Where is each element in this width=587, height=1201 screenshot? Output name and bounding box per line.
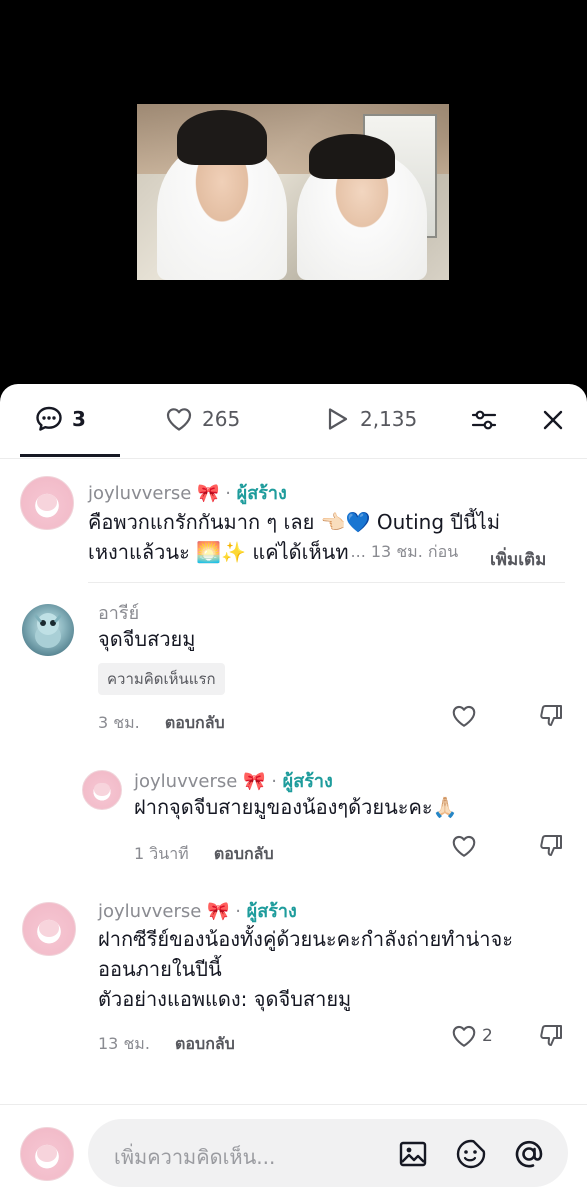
filter-icon[interactable] <box>468 404 500 436</box>
likes-count: 265 <box>202 407 241 431</box>
avatar[interactable] <box>22 902 76 956</box>
tab-comments[interactable]: 3 <box>34 404 86 434</box>
video-hair-right <box>309 134 395 179</box>
avatar[interactable] <box>82 770 122 810</box>
creator-badge: ผู้สร้าง <box>282 771 333 792</box>
tab-plays[interactable]: 2,135 <box>322 404 417 434</box>
heart-icon[interactable] <box>450 702 478 730</box>
video-area[interactable] <box>0 0 587 400</box>
comments-count: 3 <box>72 407 86 431</box>
reply-username-line: joyluvverse 🎀 · ผู้สร้าง <box>134 771 333 792</box>
comment-meta: 3 ชม. ตอบกลับ <box>98 711 225 736</box>
username-emoji: 🎀 <box>197 483 220 504</box>
comment-meta: 13 ชม. ตอบกลับ <box>98 1032 235 1057</box>
thumbs-down-icon[interactable] <box>538 1022 566 1050</box>
comment-text-line: เหงาแล้วนะ 🌅✨ แค่ได้เห็นท <box>88 540 349 564</box>
comment-text: ฝากซีรีย์ของน้องทั้งคู่ด้วยนะคะกำลังถ่าย… <box>98 924 568 1014</box>
plays-count: 2,135 <box>360 407 418 431</box>
comment-text-line: ออนภายในปีนี้ <box>98 957 222 981</box>
comment-time: 13 ชม. <box>98 1034 150 1053</box>
comment-username[interactable]: อารีย์ <box>98 598 139 627</box>
heart-icon[interactable] <box>450 1022 478 1050</box>
username-emoji: 🎀 <box>207 901 230 922</box>
tab-likes[interactable]: 265 <box>164 404 240 434</box>
comment-input-placeholder[interactable]: เพิ่มความคิดเห็น... <box>114 1141 275 1173</box>
reply-button[interactable]: ตอบกลับ <box>214 844 274 863</box>
see-more-link[interactable]: เพิ่มเติม <box>490 546 546 573</box>
first-comment-tag: ความคิดเห็นแรก <box>98 663 225 695</box>
avatar[interactable] <box>20 1127 74 1181</box>
comment-username[interactable]: joyluvverse <box>98 901 201 922</box>
comment-input-bar: เพิ่มความคิดเห็น... <box>0 1104 587 1201</box>
reply-time: 1 วินาที <box>134 844 189 863</box>
comment-username-line: joyluvverse 🎀 · ผู้สร้าง <box>88 483 287 504</box>
video-hair-left <box>177 110 267 165</box>
creator-badge: ผู้สร้าง <box>246 901 297 922</box>
heart-icon <box>164 404 194 434</box>
reply-username[interactable]: joyluvverse <box>134 771 237 792</box>
username-emoji: 🎀 <box>243 771 266 792</box>
comments-tabbar: 3 265 2,135 <box>0 384 587 459</box>
play-icon <box>322 404 352 434</box>
at-icon[interactable] <box>512 1137 546 1171</box>
reply-button[interactable]: ตอบกลับ <box>175 1034 235 1053</box>
reply-text: ฝากจุดจีบสายมูของน้องๆด้วยนะคะ🙏🏻 <box>134 795 458 819</box>
thumbs-down-icon[interactable] <box>538 702 566 730</box>
heart-icon[interactable] <box>450 832 478 860</box>
avatar[interactable] <box>22 604 74 656</box>
comment-text-line: ฝากซีรีย์ของน้องทั้งคู่ด้วยนะคะกำลังถ่าย… <box>98 927 513 951</box>
like-count: 2 <box>482 1026 493 1046</box>
comment-input[interactable]: เพิ่มความคิดเห็น... <box>88 1119 568 1187</box>
divider <box>88 582 565 583</box>
comment-time: 3 ชม. <box>98 713 140 732</box>
reply-button[interactable]: ตอบกลับ <box>165 713 225 732</box>
comment-username-line: joyluvverse 🎀 · ผู้สร้าง <box>98 901 297 922</box>
sticker-icon[interactable] <box>454 1137 488 1171</box>
comment-username[interactable]: joyluvverse <box>88 483 191 504</box>
image-icon[interactable] <box>396 1137 430 1171</box>
comment-icon <box>34 404 64 434</box>
video-thumbnail[interactable] <box>137 104 449 280</box>
comments-sheet: 3 265 2,135 joyluvverse 🎀 · ผู้สร้าง คือ… <box>0 384 587 1201</box>
comment-text: จุดจีบสวยมู <box>98 627 196 651</box>
creator-badge: ผู้สร้าง <box>236 483 287 504</box>
active-tab-indicator <box>20 454 120 457</box>
comment-text-line: คือพวกแกรักกันมาก ๆ เลย 👈🏻💙 Outing ปีนี้… <box>88 510 501 534</box>
thumbs-down-icon[interactable] <box>538 832 566 860</box>
comment-time: ... 13 ชม. ก่อน <box>350 542 459 561</box>
avatar[interactable] <box>20 476 74 530</box>
reply-meta: 1 วินาที ตอบกลับ <box>134 842 274 867</box>
close-icon[interactable] <box>537 404 569 436</box>
comment-text-line: ตัวอย่างแอพแดง: จุดจีบสายมู <box>98 987 352 1011</box>
